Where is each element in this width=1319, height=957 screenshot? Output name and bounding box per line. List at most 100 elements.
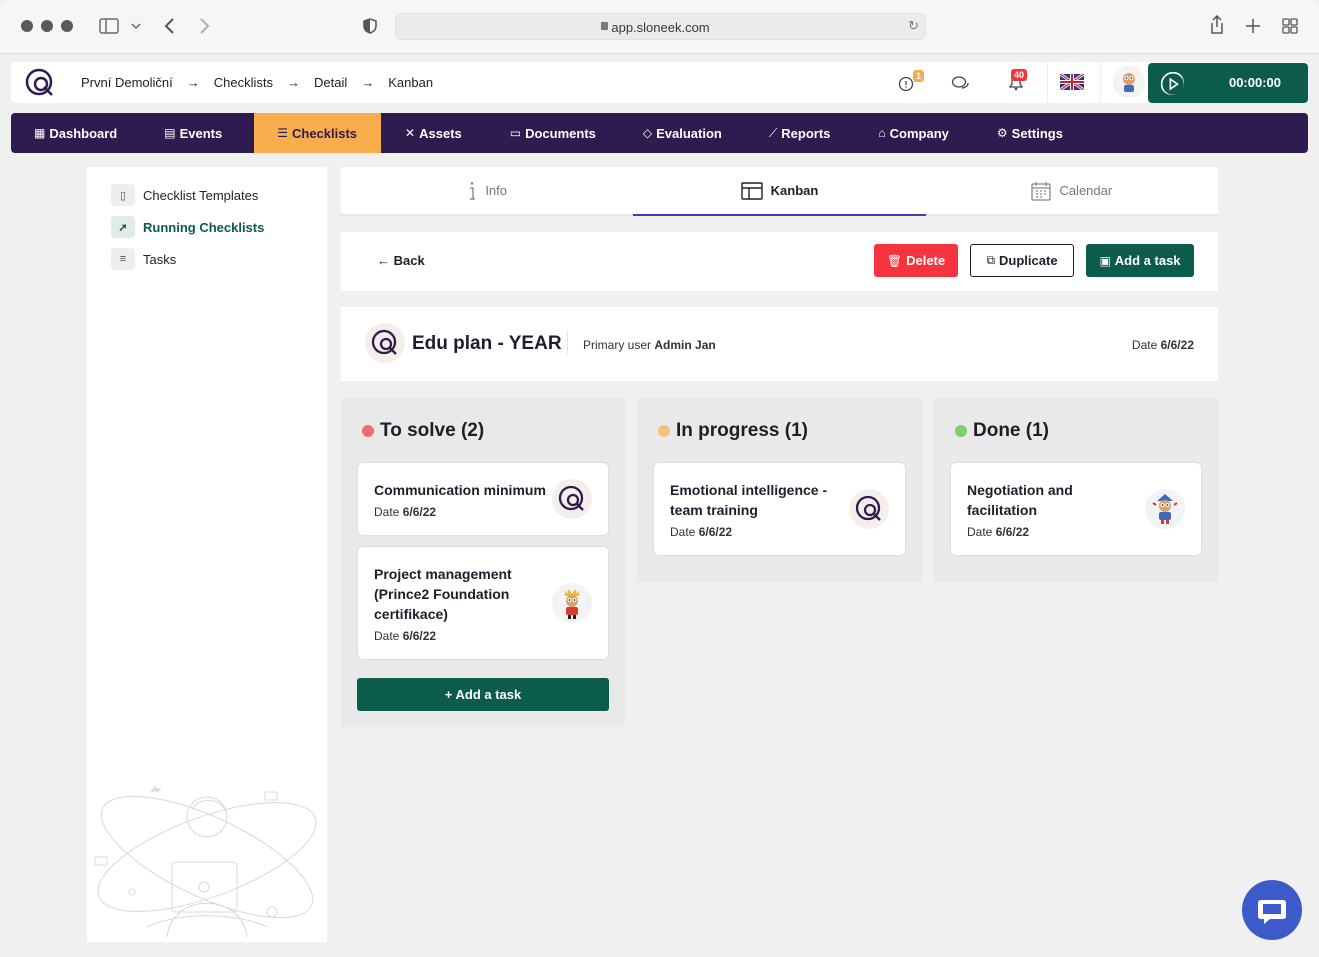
checklist-icon: ☰ [277, 126, 288, 140]
duplicate-button[interactable]: ⧉ Duplicate [970, 244, 1074, 277]
forward-arrow-icon[interactable] [199, 18, 211, 34]
tab-calendar[interactable]: Calendar [926, 167, 1218, 214]
chevron-down-icon[interactable] [131, 22, 141, 30]
date-value: 6/6/22 [698, 525, 733, 539]
uk-flag-icon[interactable] [1060, 74, 1084, 90]
date-value: 6/6/22 [402, 629, 437, 643]
back-button[interactable]: ← Back [377, 253, 425, 268]
sidebar-item-tasks[interactable]: ≡ Tasks [111, 248, 176, 270]
sidebar-item-checklist-templates[interactable]: ▯ Checklist Templates [111, 184, 258, 206]
app-root: První Demoliční → Checklists → Detail → … [0, 54, 1319, 957]
nav-assets[interactable]: ✕ Assets [381, 113, 484, 153]
play-icon[interactable] [1160, 71, 1184, 95]
add-task-label: + Add a task [444, 687, 522, 702]
date-label: Date [670, 525, 696, 539]
sloneek-logo[interactable] [24, 67, 56, 99]
nav-label: Checklists [292, 125, 358, 141]
assignee-avatar [849, 489, 889, 529]
nav-documents[interactable]: ▭ Documents [484, 113, 619, 153]
sidebar-toggle-icon[interactable] [99, 18, 119, 34]
list-icon: ≡ [111, 248, 135, 270]
sidebar-item-label: Tasks [143, 251, 177, 267]
breadcrumb-company[interactable]: První Demoliční [81, 75, 173, 90]
breadcrumb-separator: → [287, 75, 300, 90]
new-tab-icon[interactable] [1245, 18, 1261, 34]
sidebar-item-running-checklists[interactable]: ➚ Running Checklists [111, 216, 264, 238]
time-tracker[interactable]: 00:00:00 [1148, 63, 1308, 103]
main-navigation: ▦ Dashboard ▤ Events ☰ Checklists ✕ Assets ▭… [11, 113, 1308, 153]
add-task-button[interactable]: ▣ Add a task [1086, 244, 1194, 277]
nav-label: Dashboard [49, 125, 118, 141]
primary-user: Primary user Admin Jan [583, 338, 716, 352]
trash-icon: 🗑 [886, 253, 903, 268]
date-label: Date [374, 629, 400, 643]
privacy-shield-icon[interactable] [363, 18, 377, 34]
info-icon [470, 181, 476, 200]
assignee-avatar [1145, 489, 1185, 529]
share-icon[interactable] [1209, 15, 1225, 35]
reload-icon[interactable]: ↻ [908, 18, 919, 34]
breadcrumb-checklists[interactable]: Checklists [214, 75, 273, 90]
chart-icon: ⟋ [768, 125, 778, 140]
assignee-avatar [552, 583, 592, 623]
rocket-icon: ➚ [111, 216, 135, 238]
status-dot [955, 425, 967, 437]
calendar-icon [1031, 181, 1052, 201]
task-title: Negotiation and facilitation [967, 482, 1073, 518]
tools-icon: ✕ [405, 126, 416, 140]
date-label: Date [967, 525, 993, 539]
delete-button[interactable]: 🗑 Delete [874, 244, 958, 277]
back-arrow-icon[interactable] [163, 18, 175, 34]
task-card[interactable]: Emotional intelligence - team training D… [653, 462, 906, 556]
view-tabs: Info Kanban Calendar [341, 167, 1218, 216]
task-date: Date 6/6/22 [967, 525, 1029, 539]
tab-overview-icon[interactable] [1282, 18, 1298, 34]
browser-chrome: app.sloneek.com ↻ [0, 0, 1319, 54]
user-avatar[interactable] [1113, 66, 1145, 98]
column-title: To solve (2) [362, 420, 484, 442]
zoom-window-button[interactable] [61, 20, 73, 32]
task-card[interactable]: Negotiation and facilitation Date 6/6/22 [950, 462, 1202, 556]
arrow-left-icon: ← [377, 253, 394, 268]
chat-icon[interactable] [951, 74, 971, 92]
task-date: Date 6/6/22 [670, 525, 732, 539]
task-date: Date 6/6/22 [374, 629, 436, 643]
nav-settings[interactable]: ⚙ Settings [973, 113, 1087, 153]
kanban-column-in-progress: In progress (1) Emotional intelligence -… [637, 398, 922, 582]
sidebar-item-label: Checklist Templates [143, 187, 259, 203]
primary-user-label: Primary user [583, 338, 652, 352]
nav-events[interactable]: ▤ Events [139, 113, 254, 153]
breadcrumb-detail[interactable]: Detail [314, 75, 347, 90]
date-value: 6/6/22 [1160, 338, 1194, 352]
divider [1047, 62, 1048, 103]
column-add-task-button[interactable]: + Add a task [357, 678, 609, 711]
duplicate-label: Duplicate [999, 253, 1058, 268]
task-title: Emotional intelligence - team training [670, 482, 828, 518]
add-task-label: Add a task [1114, 253, 1181, 268]
divider [1100, 62, 1101, 103]
address-bar[interactable]: app.sloneek.com ↻ [395, 13, 926, 40]
close-window-button[interactable] [21, 20, 33, 32]
nav-label: Documents [525, 125, 596, 141]
nav-reports[interactable]: ⟋ Reports [745, 113, 855, 153]
plan-header: Edu plan - YEAR Primary user Admin Jan D… [341, 307, 1218, 381]
support-chat-button[interactable] [1242, 880, 1302, 940]
task-title: Project management (Prince2 Foundation c… [374, 566, 512, 622]
evaluation-icon: ◇ [642, 126, 653, 140]
tab-label: Info [485, 183, 507, 198]
top-bar: První Demoliční → Checklists → Detail → … [11, 62, 1308, 103]
tab-info[interactable]: Info [341, 167, 633, 214]
nav-evaluation[interactable]: ◇ Evaluation [619, 113, 745, 153]
nav-checklists[interactable]: ☰ Checklists [254, 113, 382, 153]
sidebar-illustration [94, 785, 317, 938]
tab-kanban[interactable]: Kanban [633, 167, 926, 216]
plan-date: Date 6/6/22 [1132, 338, 1194, 352]
building-icon: ⌂ [878, 126, 886, 140]
task-card[interactable]: Project management (Prince2 Foundation c… [357, 546, 609, 660]
task-title: Communication minimum [374, 482, 546, 498]
nav-company[interactable]: ⌂ Company [854, 113, 972, 153]
task-card[interactable]: Communication minimum Date 6/6/22 [357, 462, 609, 536]
timer-value: 00:00:00 [1228, 75, 1282, 90]
nav-dashboard[interactable]: ▦ Dashboard [11, 113, 139, 153]
minimize-window-button[interactable] [41, 20, 53, 32]
